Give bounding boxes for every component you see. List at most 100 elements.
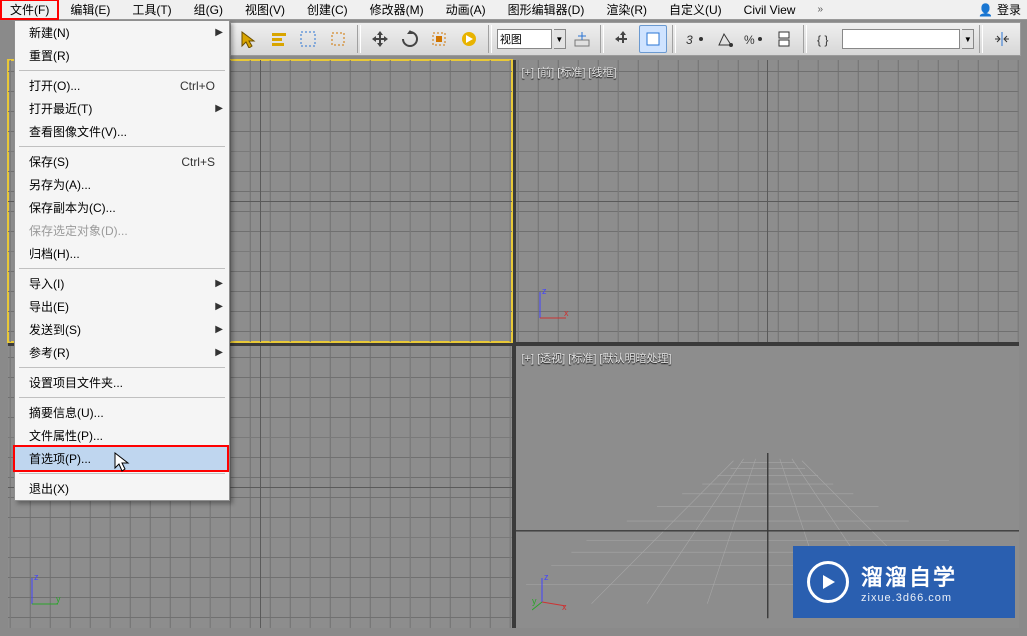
- menu-item-preferences[interactable]: 首选项(P)...: [15, 447, 229, 470]
- menu-item-save[interactable]: 保存(S)Ctrl+S: [15, 150, 229, 173]
- toolbar-sep-5: [803, 25, 807, 53]
- tool-placement[interactable]: [455, 25, 483, 53]
- reference-coord-input[interactable]: [497, 29, 552, 49]
- menu-item-label: 重置(R): [29, 47, 215, 64]
- main-toolbar: ▼ 3 % { } ▼: [230, 22, 1021, 56]
- menu-item-label: 归档(H)...: [29, 245, 215, 262]
- menu-animation[interactable]: 动画(A): [435, 0, 497, 21]
- tool-select-arrow[interactable]: [235, 25, 263, 53]
- svg-text:x: x: [564, 308, 569, 318]
- menu-item-label: 文件属性(P)...: [29, 427, 215, 444]
- tool-named-sets[interactable]: { }: [812, 25, 840, 53]
- menu-tools[interactable]: 工具(T): [121, 0, 182, 21]
- tool-region-window[interactable]: [324, 25, 352, 53]
- svg-text:x: x: [562, 602, 567, 612]
- menu-item-reference[interactable]: 参考(R)▶: [15, 341, 229, 364]
- svg-text:3: 3: [686, 33, 693, 47]
- submenu-arrow-icon: ▶: [215, 324, 223, 335]
- menu-overflow[interactable]: »: [806, 1, 834, 18]
- menu-item-shortcut: Ctrl+O: [180, 79, 215, 93]
- menu-item-send-to[interactable]: 发送到(S)▶: [15, 318, 229, 341]
- menu-item-archive[interactable]: 归档(H)...: [15, 242, 229, 265]
- named-sets-input[interactable]: [842, 29, 961, 49]
- menu-group[interactable]: 组(G): [183, 0, 234, 21]
- tool-scale[interactable]: [425, 25, 453, 53]
- menu-item-new[interactable]: 新建(N)▶: [15, 21, 229, 44]
- svg-text:%: %: [744, 33, 755, 47]
- user-icon: 👤: [978, 3, 993, 17]
- menu-customize[interactable]: 自定义(U): [658, 0, 733, 21]
- menu-view[interactable]: 视图(V): [234, 0, 296, 21]
- menu-item-exit[interactable]: 退出(X): [15, 477, 229, 500]
- menu-separator: [19, 268, 225, 269]
- login-area[interactable]: 👤 登录: [978, 1, 1027, 18]
- menu-create[interactable]: 创建(C): [296, 0, 359, 21]
- toolbar-sep-1: [357, 25, 361, 53]
- viewport-top-right[interactable]: [+] [前] [标准] [线框] zx: [516, 60, 1020, 342]
- menu-civilview[interactable]: Civil View: [733, 0, 807, 20]
- menu-item-file-props[interactable]: 文件属性(P)...: [15, 424, 229, 447]
- tool-select-lock[interactable]: [639, 25, 667, 53]
- tool-rotate[interactable]: [396, 25, 424, 53]
- tool-move[interactable]: [366, 25, 394, 53]
- menu-item-summary[interactable]: 摘要信息(U)...: [15, 401, 229, 424]
- file-menu-dropdown: 新建(N)▶ 重置(R) 打开(O)...Ctrl+O 打开最近(T)▶ 查看图…: [14, 20, 230, 501]
- menu-item-project-folder[interactable]: 设置项目文件夹...: [15, 371, 229, 394]
- menu-render[interactable]: 渲染(R): [595, 0, 658, 21]
- menu-item-save-as[interactable]: 另存为(A)...: [15, 173, 229, 196]
- axis-gizmo: zy: [24, 572, 64, 612]
- svg-text:z: z: [542, 286, 547, 296]
- grid-bg: [516, 60, 1020, 342]
- menu-separator: [19, 397, 225, 398]
- tool-pivot[interactable]: [568, 25, 596, 53]
- axis-gizmo: zx: [532, 286, 572, 326]
- menu-item-open[interactable]: 打开(O)...Ctrl+O: [15, 74, 229, 97]
- menu-item-label: 首选项(P)...: [29, 450, 215, 467]
- watermark-sub: zixue.3d66.com: [861, 592, 957, 604]
- named-sets-drop[interactable]: ▼: [962, 29, 974, 49]
- svg-text:y: y: [56, 594, 61, 604]
- svg-text:y: y: [532, 596, 537, 606]
- svg-text:z: z: [34, 572, 39, 582]
- tool-snap-3[interactable]: 3: [681, 25, 709, 53]
- menu-item-label: 另存为(A)...: [29, 176, 215, 193]
- menu-item-import[interactable]: 导入(I)▶: [15, 272, 229, 295]
- tool-spinner-snap[interactable]: [770, 25, 798, 53]
- toolbar-sep-4: [672, 25, 676, 53]
- svg-text:z: z: [544, 572, 549, 582]
- tool-manipulate[interactable]: [609, 25, 637, 53]
- menu-item-label: 发送到(S): [29, 321, 215, 338]
- menu-file[interactable]: 文件(F): [0, 0, 59, 20]
- tool-mirror[interactable]: [988, 25, 1016, 53]
- watermark-banner: 溜溜自学 zixue.3d66.com: [793, 546, 1015, 618]
- menu-item-shortcut: Ctrl+S: [181, 155, 215, 169]
- menu-separator: [19, 146, 225, 147]
- viewport-label[interactable]: [+] [透视] [标准] [默认明暗处理]: [522, 350, 672, 366]
- play-icon: [807, 561, 849, 603]
- login-label: 登录: [997, 1, 1021, 18]
- toolbar-sep-3: [600, 25, 604, 53]
- menu-item-save-selected: 保存选定对象(D)...: [15, 219, 229, 242]
- watermark-title: 溜溜自学: [861, 565, 957, 590]
- toolbar-sep-6: [979, 25, 983, 53]
- menu-edit[interactable]: 编辑(E): [59, 0, 121, 21]
- menu-item-view-image[interactable]: 查看图像文件(V)...: [15, 120, 229, 143]
- menu-item-save-copy[interactable]: 保存副本为(C)...: [15, 196, 229, 219]
- menu-item-label: 保存副本为(C)...: [29, 199, 215, 216]
- tool-select-name[interactable]: [265, 25, 293, 53]
- tool-snap-angle[interactable]: [711, 25, 739, 53]
- tool-region-rect[interactable]: [294, 25, 322, 53]
- tool-snap-percent[interactable]: %: [740, 25, 768, 53]
- menu-item-label: 保存(S): [29, 153, 181, 170]
- menu-item-label: 退出(X): [29, 480, 215, 497]
- menu-item-export[interactable]: 导出(E)▶: [15, 295, 229, 318]
- menu-graph-editor[interactable]: 图形编辑器(D): [497, 0, 596, 21]
- viewport-label[interactable]: [+] [前] [标准] [线框]: [522, 64, 617, 80]
- menu-item-reset[interactable]: 重置(R): [15, 44, 229, 67]
- reference-coord-drop[interactable]: ▼: [554, 29, 566, 49]
- submenu-arrow-icon: ▶: [215, 27, 223, 38]
- menu-item-label: 导入(I): [29, 275, 215, 292]
- menu-item-label: 摘要信息(U)...: [29, 404, 215, 421]
- menu-modifier[interactable]: 修改器(M): [359, 0, 435, 21]
- menu-item-open-recent[interactable]: 打开最近(T)▶: [15, 97, 229, 120]
